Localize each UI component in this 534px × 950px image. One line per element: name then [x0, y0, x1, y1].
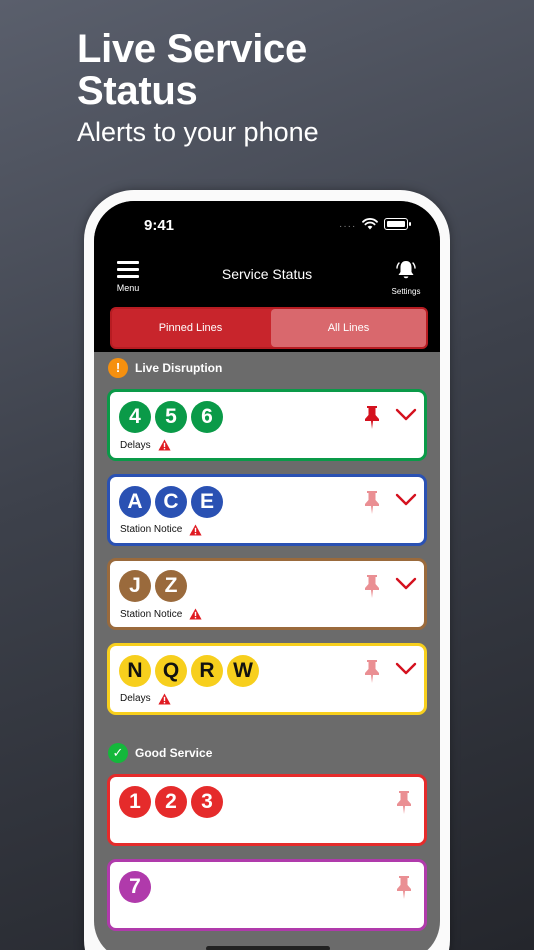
line-card[interactable]: J Z Station Notice	[107, 558, 427, 630]
settings-label: Settings	[391, 287, 421, 296]
section-live-disruption: ! Live Disruption	[108, 358, 222, 378]
line-bullet: 5	[155, 401, 187, 433]
pin-icon[interactable]	[394, 789, 414, 815]
line-card[interactable]: N Q R W Delays	[107, 642, 427, 715]
line-bullet: 2	[155, 786, 187, 818]
bell-icon	[396, 261, 416, 279]
segmented-control: Pinned Lines All Lines	[110, 307, 428, 349]
service-status-text: Station Notice	[120, 608, 183, 620]
service-status: Delays	[120, 693, 171, 705]
line-card[interactable]: 123	[107, 774, 427, 846]
line-bullets: 7	[119, 870, 155, 903]
line-bullet: E	[191, 485, 223, 518]
warning-icon	[189, 608, 202, 620]
line-card[interactable]: 4 5 6 Delays	[107, 389, 427, 461]
top-bar: 9:41 ···· Menu Service Status Settings P…	[94, 201, 440, 352]
tab-all-lines[interactable]: All Lines	[271, 309, 426, 347]
signal-icon: ····	[339, 221, 357, 232]
line-bullet: N	[119, 654, 151, 687]
chevron-down-icon[interactable]	[395, 577, 417, 591]
line-bullet: C	[155, 485, 187, 518]
line-bullet: Z	[155, 570, 187, 602]
line-card[interactable]: 7	[107, 858, 427, 931]
line-card[interactable]: A C E Station Notice	[107, 473, 427, 546]
line-bullets: 456	[119, 401, 227, 433]
promo-subtitle: Alerts to your phone	[77, 117, 319, 147]
service-status-text: Delays	[120, 693, 151, 704]
settings-button[interactable]: Settings	[388, 259, 424, 296]
line-bullet: 7	[119, 870, 151, 903]
warning-icon	[189, 524, 202, 535]
wifi-icon	[362, 218, 378, 230]
line-bullet: 4	[119, 401, 151, 433]
service-status-text: Station Notice	[120, 524, 183, 535]
chevron-down-icon[interactable]	[395, 662, 417, 676]
line-bullets: JZ	[119, 570, 191, 602]
line-bullet: 3	[191, 786, 223, 818]
menu-label: Menu	[116, 283, 140, 293]
service-status: Station Notice	[120, 608, 202, 620]
promo-title: Live Service Status	[77, 27, 307, 113]
section-label: Good Service	[135, 746, 213, 760]
checkmark-icon: ✓	[108, 743, 128, 763]
line-bullets: 123	[119, 786, 227, 818]
service-status-text: Delays	[120, 439, 151, 451]
pin-icon[interactable]	[362, 489, 382, 515]
line-bullets: ACE	[119, 485, 227, 518]
home-indicator	[206, 946, 330, 950]
line-bullet: 1	[119, 786, 151, 818]
section-good-service: ✓ Good Service	[108, 743, 212, 763]
status-time: 9:41	[144, 217, 175, 234]
pin-icon[interactable]	[362, 404, 382, 430]
line-bullets: NQRW	[119, 654, 263, 687]
warning-icon	[157, 439, 171, 451]
alert-icon: !	[108, 358, 128, 378]
line-bullet: R	[191, 654, 223, 687]
pin-icon[interactable]	[362, 573, 382, 599]
battery-icon	[384, 218, 411, 230]
line-bullet: 6	[191, 401, 223, 433]
line-bullet: J	[119, 570, 151, 602]
chevron-down-icon[interactable]	[395, 408, 417, 422]
line-bullet: W	[227, 654, 259, 687]
pin-icon[interactable]	[362, 658, 382, 684]
service-status: Delays	[120, 439, 171, 451]
app-screen: 9:41 ···· Menu Service Status Settings P…	[94, 201, 440, 950]
chevron-down-icon[interactable]	[395, 493, 417, 507]
section-label: Live Disruption	[135, 361, 223, 375]
service-status: Station Notice	[120, 524, 202, 536]
line-bullet: A	[119, 485, 151, 518]
warning-icon	[157, 693, 171, 704]
line-bullet: Q	[155, 654, 187, 687]
pin-icon[interactable]	[394, 874, 414, 900]
tab-pinned-lines[interactable]: Pinned Lines	[112, 309, 269, 347]
